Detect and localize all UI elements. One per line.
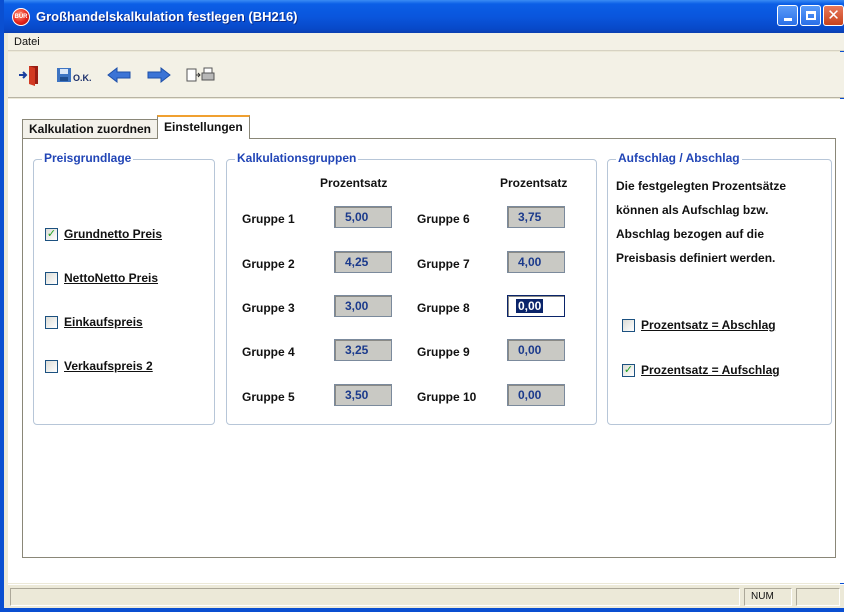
forward-button[interactable]: [146, 62, 172, 88]
option-einkaufspreis-label: Einkaufspreis: [64, 315, 143, 329]
gruppe-9-label: Gruppe 9: [417, 345, 470, 359]
option-abschlag-label: Prozentsatz = Abschlag: [641, 318, 776, 332]
status-bar: NUM: [8, 584, 844, 608]
col-header-left: Prozentsatz: [320, 176, 388, 190]
kalkulationsgruppen-group: Kalkulationsgruppen Prozentsatz Prozents…: [226, 151, 597, 425]
save-ok-icon: [57, 67, 71, 82]
title-bar[interactable]: BÜR Großhandelskalkulation festlegen (BH…: [4, 0, 844, 33]
gruppe-5-field[interactable]: 3,50: [334, 384, 392, 406]
arrow-right-icon: [147, 66, 171, 83]
kalkulationsgruppen-title: Kalkulationsgruppen: [235, 151, 359, 165]
maximize-button[interactable]: [800, 5, 821, 26]
gruppe-4-field[interactable]: 3,25: [334, 339, 392, 361]
aufschlag-description: Die festgelegten Prozentsätze können als…: [616, 174, 786, 270]
gruppe-1-field[interactable]: 5,00: [334, 206, 392, 228]
description-line: können als Aufschlag bzw.: [616, 203, 769, 217]
description-line: Abschlag bezogen auf die: [616, 227, 765, 241]
gruppe-9-field[interactable]: 0,00: [507, 339, 565, 361]
gruppe-3-label: Gruppe 3: [242, 301, 295, 315]
ok-label: O.K.: [73, 72, 92, 83]
app-window: BÜR Großhandelskalkulation festlegen (BH…: [0, 0, 844, 612]
option-einkaufspreis[interactable]: Einkaufspreis: [45, 315, 143, 329]
checkbox-checked-icon[interactable]: ✓: [45, 227, 58, 241]
col-header-right: Prozentsatz: [500, 176, 568, 190]
description-line: Preisbasis definiert werden.: [616, 251, 776, 265]
gruppe-4-label: Gruppe 4: [242, 345, 295, 359]
status-pane-extra: [796, 588, 840, 606]
back-button[interactable]: [106, 62, 132, 88]
ok-button[interactable]: O.K.: [56, 62, 92, 88]
gruppe-7-label: Gruppe 7: [417, 257, 470, 271]
option-nettonetto[interactable]: NettoNetto Preis: [45, 271, 158, 285]
minimize-button[interactable]: [777, 5, 798, 26]
gruppe-10-field[interactable]: 0,00: [507, 384, 565, 406]
checkbox-icon[interactable]: [622, 318, 635, 332]
exit-button[interactable]: [18, 62, 42, 88]
checkbox-checked-icon[interactable]: ✓: [622, 363, 635, 377]
gruppe-8-field[interactable]: 0,00: [507, 295, 565, 317]
option-verkaufspreis2-label: Verkaufspreis 2: [64, 359, 153, 373]
gruppe-2-field[interactable]: 4,25: [334, 251, 392, 273]
gruppe-6-field[interactable]: 3,75: [507, 206, 565, 228]
print-button[interactable]: [186, 62, 216, 88]
exit-door-icon: [19, 65, 38, 86]
preisgrundlage-group: Preisgrundlage ✓ Grundnetto Preis NettoN…: [33, 151, 215, 425]
gruppe-3-field[interactable]: 3,00: [334, 295, 392, 317]
status-pane-main: [10, 588, 740, 606]
option-aufschlag-label: Prozentsatz = Aufschlag: [641, 363, 780, 377]
app-logo-icon: BÜR: [12, 7, 30, 26]
gruppe-5-label: Gruppe 5: [242, 390, 295, 404]
window-title: Großhandelskalkulation festlegen (BH216): [36, 9, 298, 24]
tab-panel-einstellungen: Preisgrundlage ✓ Grundnetto Preis NettoN…: [22, 138, 836, 558]
option-grundnetto[interactable]: ✓ Grundnetto Preis: [45, 227, 162, 241]
tab-einstellungen[interactable]: Einstellungen: [157, 115, 250, 139]
gruppe-6-label: Gruppe 6: [417, 212, 470, 226]
toolbar: O.K.: [8, 52, 844, 98]
gruppe-8-label: Gruppe 8: [417, 301, 470, 315]
aufschlag-abschlag-title: Aufschlag / Abschlag: [616, 151, 742, 165]
menu-datei[interactable]: Datei: [14, 36, 40, 48]
tab-strip: Kalkulation zuordnen Einstellungen: [22, 115, 250, 139]
gruppe-2-label: Gruppe 2: [242, 257, 295, 271]
menu-bar: Datei: [8, 33, 844, 51]
aufschlag-abschlag-group: Aufschlag / Abschlag Die festgelegten Pr…: [607, 151, 832, 425]
option-aufschlag[interactable]: ✓ Prozentsatz = Aufschlag: [622, 363, 780, 377]
gruppe-7-field[interactable]: 4,00: [507, 251, 565, 273]
preisgrundlage-title: Preisgrundlage: [42, 151, 134, 165]
client-area: Kalkulation zuordnen Einstellungen Preis…: [8, 99, 844, 583]
printer-icon: [186, 67, 215, 81]
gruppe-10-label: Gruppe 10: [417, 390, 477, 404]
close-button[interactable]: ✕: [823, 5, 844, 26]
option-nettonetto-label: NettoNetto Preis: [64, 271, 159, 285]
option-grundnetto-label: Grundnetto Preis: [64, 227, 163, 241]
tab-kalkulation-zuordnen[interactable]: Kalkulation zuordnen: [22, 119, 159, 139]
status-num: NUM: [744, 588, 792, 606]
checkbox-icon[interactable]: [45, 315, 58, 329]
checkbox-icon[interactable]: [45, 271, 58, 285]
option-abschlag[interactable]: Prozentsatz = Abschlag: [622, 318, 776, 332]
arrow-left-icon: [106, 66, 131, 83]
checkbox-icon[interactable]: [45, 359, 58, 373]
option-verkaufspreis2[interactable]: Verkaufspreis 2: [45, 359, 153, 373]
gruppe-1-label: Gruppe 1: [242, 212, 295, 226]
description-line: Die festgelegten Prozentsätze: [616, 179, 787, 193]
